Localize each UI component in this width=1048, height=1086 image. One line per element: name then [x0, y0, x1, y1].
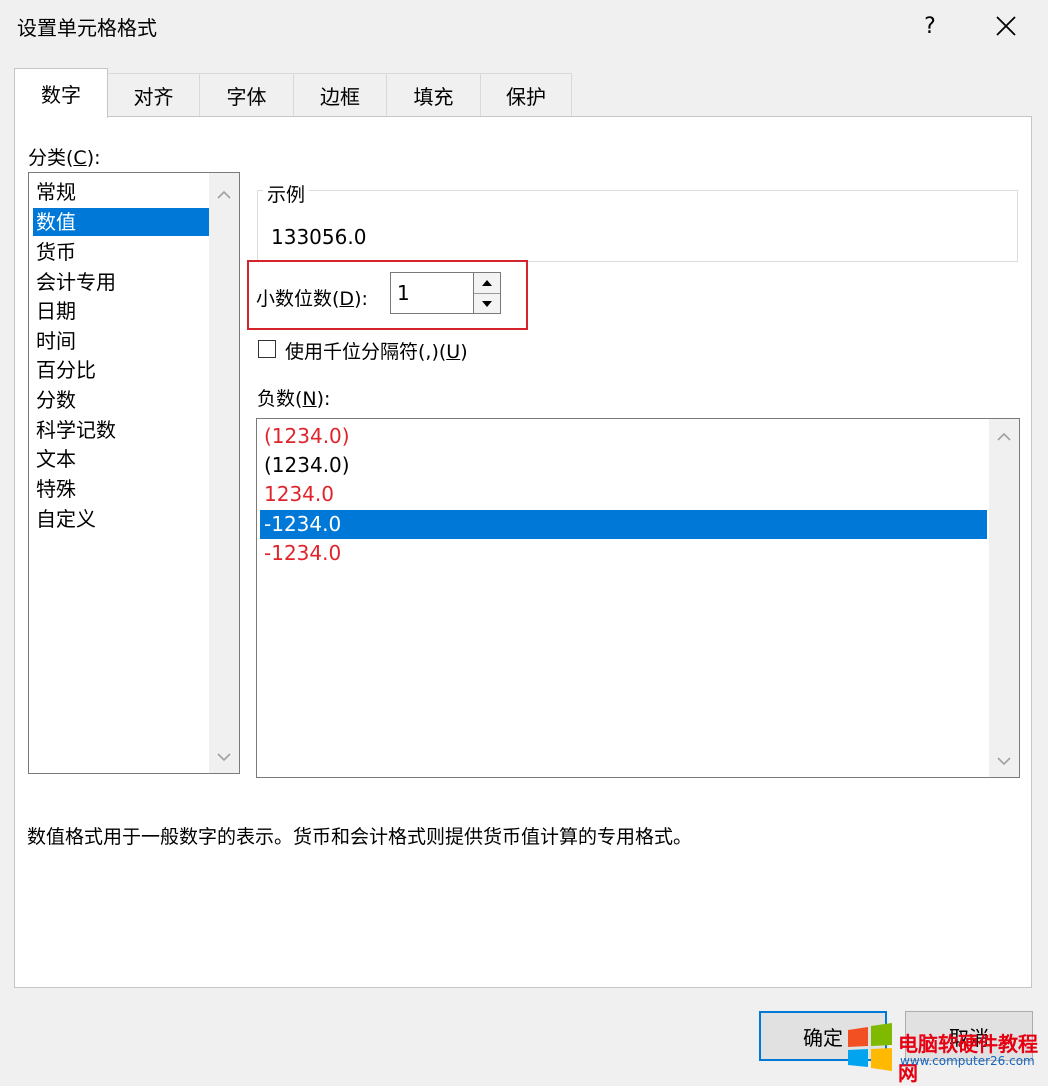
category-label: 分类(C): [28, 147, 101, 169]
category-item-accounting[interactable]: 会计专用 [33, 268, 209, 296]
category-item-text[interactable]: 文本 [33, 445, 209, 473]
negative-scrollbar[interactable] [989, 419, 1019, 777]
category-item-fraction[interactable]: 分数 [33, 386, 209, 414]
triangle-down-icon [482, 301, 492, 307]
thousands-separator-label[interactable]: 使用千位分隔符(,)(U) [285, 337, 468, 364]
sample-title: 示例 [263, 180, 310, 207]
category-item-number[interactable]: 数值 [33, 208, 209, 236]
negative-format-red-minus[interactable]: -1234.0 [260, 539, 987, 568]
chevron-down-icon [217, 752, 231, 761]
scroll-up-arrow[interactable] [209, 182, 239, 206]
help-button[interactable]: ? [912, 8, 948, 44]
watermark-url: www.computer26.com [900, 1054, 1035, 1068]
category-list[interactable]: 常规 数值 货币 会计专用 日期 时间 百分比 分数 科学记数 文本 特殊 自定… [28, 172, 240, 774]
thousands-separator-checkbox[interactable] [258, 340, 276, 358]
category-item-general[interactable]: 常规 [33, 178, 209, 206]
format-description: 数值格式用于一般数字的表示。货币和会计格式则提供货币值计算的专用格式。 [27, 826, 693, 848]
tab-font[interactable]: 字体 [199, 73, 294, 117]
tab-border[interactable]: 边框 [293, 73, 387, 117]
close-button[interactable] [984, 8, 1028, 44]
chevron-up-icon [217, 190, 231, 199]
scroll-down-arrow[interactable] [209, 745, 239, 769]
decimal-places-label: 小数位数(D): [256, 288, 368, 310]
negative-format-red-parentheses[interactable]: (1234.0) [260, 422, 987, 451]
close-icon [996, 16, 1016, 36]
tab-alignment[interactable]: 对齐 [107, 73, 200, 117]
chevron-down-icon [997, 756, 1011, 765]
category-item-time[interactable]: 时间 [33, 327, 209, 355]
category-item-percentage[interactable]: 百分比 [33, 356, 209, 384]
tab-number[interactable]: 数字 [14, 68, 108, 118]
negative-numbers-list[interactable]: (1234.0) (1234.0) 1234.0 -1234.0 -1234.0 [256, 418, 1020, 778]
category-item-scientific[interactable]: 科学记数 [33, 416, 209, 444]
decimal-places-spinner[interactable] [473, 272, 501, 314]
sample-groupbox [257, 190, 1018, 262]
spin-down-button[interactable] [474, 294, 500, 314]
decimal-places-input[interactable]: 1 [390, 272, 474, 314]
negative-numbers-label: 负数(N): [257, 388, 331, 410]
dialog-title: 设置单元格格式 [17, 16, 157, 40]
tab-protection[interactable]: 保护 [480, 73, 572, 117]
chevron-up-icon [997, 432, 1011, 441]
category-item-custom[interactable]: 自定义 [33, 505, 209, 533]
negative-format-minus[interactable]: -1234.0 [260, 510, 987, 539]
negative-format-parentheses[interactable]: (1234.0) [260, 451, 987, 480]
tab-fill[interactable]: 填充 [386, 73, 481, 117]
windows-logo-icon [846, 1022, 894, 1072]
scroll-down-arrow[interactable] [989, 749, 1019, 773]
category-item-date[interactable]: 日期 [33, 297, 209, 325]
category-scrollbar[interactable] [209, 173, 239, 773]
sample-value: 133056.0 [271, 225, 367, 249]
triangle-up-icon [482, 280, 492, 286]
spin-up-button[interactable] [474, 273, 500, 293]
scroll-up-arrow[interactable] [989, 424, 1019, 448]
negative-format-red[interactable]: 1234.0 [260, 480, 987, 509]
category-item-currency[interactable]: 货币 [33, 238, 209, 266]
category-item-special[interactable]: 特殊 [33, 475, 209, 503]
